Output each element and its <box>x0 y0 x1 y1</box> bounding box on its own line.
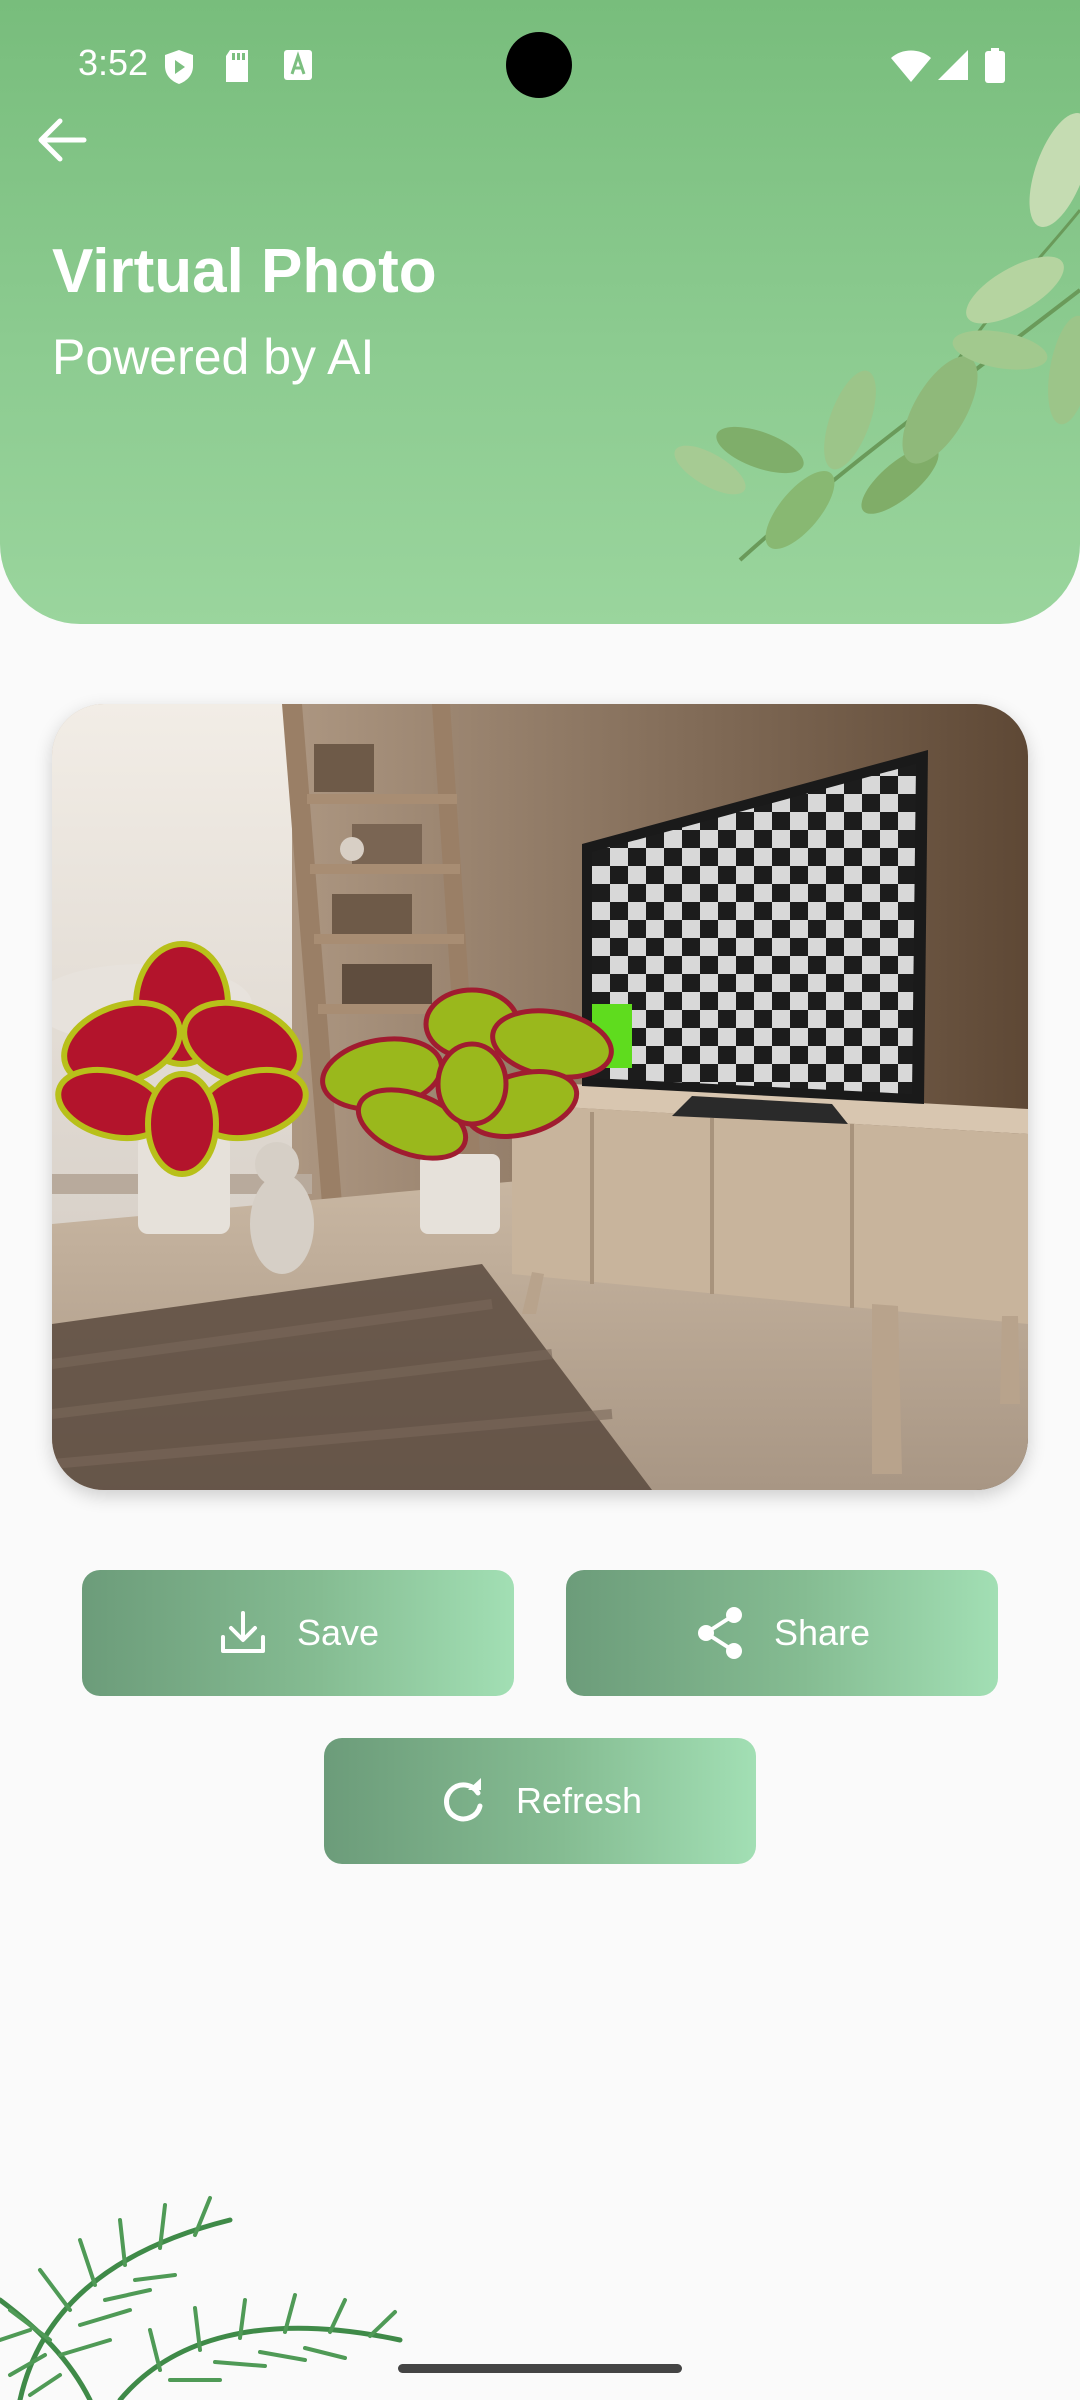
back-button[interactable] <box>26 104 98 176</box>
header-banner: 3:52 Virtual Photo Powered by AI <box>0 0 1080 624</box>
room-scene-image <box>52 704 1028 1490</box>
status-bar: 3:52 <box>0 0 1080 130</box>
page-subtitle: Powered by AI <box>52 329 375 385</box>
front-camera <box>506 32 572 98</box>
save-button[interactable]: Save <box>82 1570 514 1696</box>
refresh-button[interactable]: Refresh <box>324 1738 756 1864</box>
home-indicator[interactable] <box>398 2364 682 2373</box>
arrow-left-icon <box>38 118 87 162</box>
palm-leaves-decoration <box>0 2196 403 2400</box>
play-protect-icon <box>165 50 193 84</box>
share-button[interactable]: Share <box>566 1570 998 1696</box>
refresh-icon <box>438 1776 488 1826</box>
share-icon <box>694 1605 746 1661</box>
sd-card-icon <box>226 50 248 82</box>
download-icon <box>217 1607 269 1659</box>
wifi-icon <box>891 50 931 82</box>
signal-icon <box>938 50 968 80</box>
save-button-label: Save <box>296 1612 380 1653</box>
battery-icon <box>985 48 1005 83</box>
share-button-label: Share <box>773 1612 871 1653</box>
status-time: 3:52 <box>78 42 149 83</box>
eucalyptus-leaves-decoration <box>674 113 1080 562</box>
refresh-button-label: Refresh <box>515 1780 643 1821</box>
font-icon <box>284 50 312 80</box>
page-title: Virtual Photo <box>52 237 437 306</box>
generated-photo <box>52 704 1028 1490</box>
